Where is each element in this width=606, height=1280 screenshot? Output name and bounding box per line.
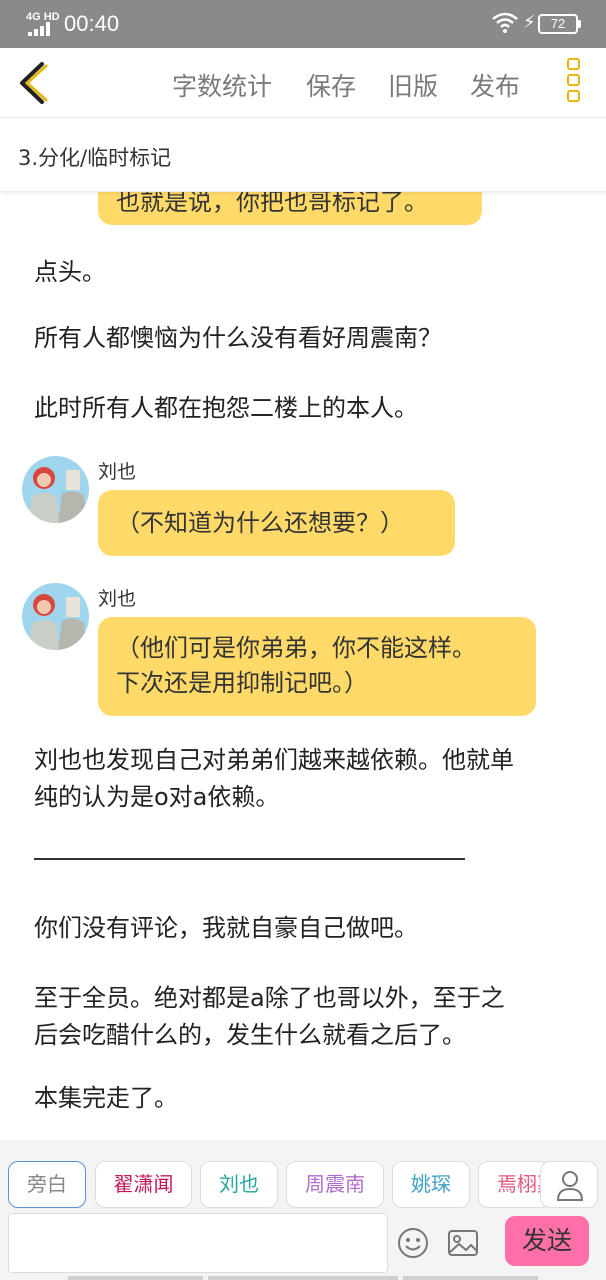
dialogue-bubble: 也就是说，你把也哥标记了。 bbox=[98, 192, 482, 225]
paragraph-line: 纯的认为是o对a依赖。 bbox=[34, 783, 280, 811]
bubble-text-line: （他们可是你弟弟，你不能这样。 bbox=[116, 634, 476, 662]
paragraph-line: 刘也也发现自己对弟弟们越来越依赖。他就单 bbox=[34, 746, 514, 774]
image-icon[interactable] bbox=[446, 1226, 480, 1260]
character-chip[interactable]: 周震南 bbox=[286, 1161, 384, 1208]
battery-indicator: 72 bbox=[538, 14, 578, 34]
section-divider bbox=[34, 858, 465, 860]
wifi-icon bbox=[492, 12, 518, 33]
emoji-icon[interactable] bbox=[396, 1226, 430, 1260]
chapter-title: 3.分化/临时标记 bbox=[18, 146, 172, 170]
user-icon bbox=[556, 1171, 584, 1201]
narration-paragraph: 至于全员。绝对都是a除了也哥以外，至于之 后会吃醋什么的，发生什么就看之后了。 bbox=[34, 980, 579, 1054]
more-menu-icon[interactable] bbox=[562, 58, 584, 108]
narration-paragraph: 所有人都懊恼为什么没有看好周震南？ bbox=[34, 324, 442, 352]
narration-paragraph: 此时所有人都在抱怨二楼上的本人。 bbox=[34, 394, 418, 422]
composer-panel: 旁白 翟潇闻 刘也 周震南 姚琛 焉栩嘉 发送 bbox=[0, 1140, 606, 1280]
bubble-text: 也就是说，你把也哥标记了。 bbox=[116, 192, 428, 216]
message-input[interactable] bbox=[8, 1213, 388, 1273]
narration-paragraph: 点头。 bbox=[34, 258, 106, 286]
character-chip[interactable]: 翟潇闻 bbox=[95, 1161, 192, 1208]
avatar[interactable] bbox=[22, 583, 89, 650]
bubble-text-line: 下次还是用抑制记吧。） bbox=[116, 669, 368, 697]
narration-paragraph: 你们没有评论，我就自豪自己做吧。 bbox=[34, 914, 418, 942]
back-arrow-icon[interactable] bbox=[14, 60, 50, 106]
character-chip-narrator[interactable]: 旁白 bbox=[8, 1161, 86, 1208]
keyboard-strip bbox=[208, 1276, 398, 1280]
character-chip[interactable]: 姚琛 bbox=[392, 1161, 470, 1208]
save-button[interactable]: 保存 bbox=[306, 67, 356, 103]
user-button[interactable] bbox=[540, 1161, 598, 1208]
bubble-text: （不知道为什么还想要？） bbox=[116, 509, 404, 537]
keyboard-strip bbox=[403, 1276, 538, 1280]
paragraph-line: 后会吃醋什么的，发生什么就看之后了。 bbox=[34, 1021, 466, 1049]
dialogue-bubble: （不知道为什么还想要？） bbox=[98, 490, 455, 556]
publish-button[interactable]: 发布 bbox=[470, 67, 520, 103]
charging-icon: ⚡ bbox=[523, 12, 536, 33]
editor-toolbar: 字数统计 保存 旧版 发布 bbox=[0, 48, 606, 118]
character-chip[interactable]: 刘也 bbox=[200, 1161, 278, 1208]
old-version-button[interactable]: 旧版 bbox=[388, 67, 438, 103]
story-content[interactable]: 也就是说，你把也哥标记了。 点头。 所有人都懊恼为什么没有看好周震南？ 此时所有… bbox=[0, 192, 606, 1140]
keyboard-strip bbox=[68, 1276, 203, 1280]
speaker-name: 刘也 bbox=[98, 461, 137, 483]
clock: 00:40 bbox=[64, 11, 120, 36]
status-bar: 4G HD 00:40 ⚡ 72 bbox=[0, 0, 606, 48]
chapter-title-bar[interactable]: 3.分化/临时标记 bbox=[0, 118, 606, 192]
dialogue-bubble: （他们可是你弟弟，你不能这样。 下次还是用抑制记吧。） bbox=[98, 617, 536, 716]
battery-tip bbox=[578, 20, 581, 28]
speaker-name: 刘也 bbox=[98, 588, 137, 610]
narration-paragraph: 刘也也发现自己对弟弟们越来越依赖。他就单 纯的认为是o对a依赖。 bbox=[34, 742, 579, 816]
signal-icon bbox=[28, 22, 50, 36]
avatar[interactable] bbox=[22, 456, 89, 523]
narration-paragraph: 本集完走了。 bbox=[34, 1084, 178, 1112]
send-button[interactable]: 发送 bbox=[505, 1216, 589, 1266]
paragraph-line: 至于全员。绝对都是a除了也哥以外，至于之 bbox=[34, 984, 505, 1012]
word-count-button[interactable]: 字数统计 bbox=[172, 67, 272, 103]
